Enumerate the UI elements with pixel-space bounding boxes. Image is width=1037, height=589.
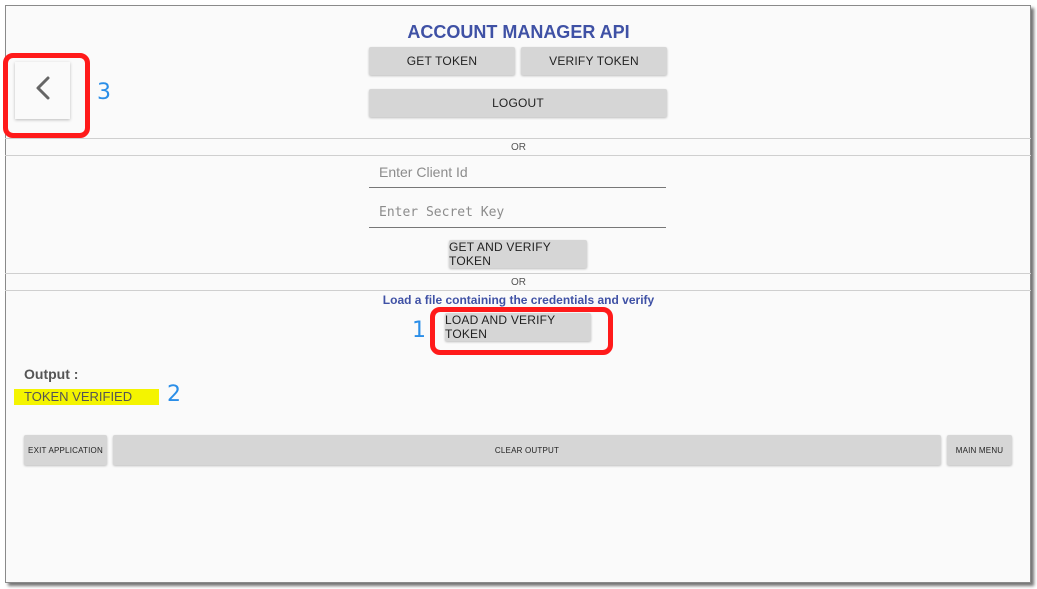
clear-output-button[interactable]: CLEAR OUTPUT [113,435,941,465]
divider [5,290,1031,291]
secret-key-field[interactable] [369,198,666,228]
divider [5,273,1031,274]
logout-button[interactable]: LOGOUT [369,89,667,117]
output-value: TOKEN VERIFIED [14,389,159,405]
main-menu-button[interactable]: MAIN MENU [947,435,1012,465]
secret-key-input[interactable] [369,198,666,226]
divider [5,138,1031,139]
or-separator: OR [511,277,526,288]
output-label: Output : [24,366,79,382]
annotation-box-3 [3,53,90,138]
client-id-input[interactable] [369,158,666,186]
exit-application-button[interactable]: EXIT APPLICATION [24,435,107,465]
or-separator: OR [511,142,526,153]
annotation-number-2: 2 [167,382,181,407]
verify-token-button[interactable]: VERIFY TOKEN [521,47,667,75]
client-id-field[interactable] [369,158,666,188]
get-token-button[interactable]: GET TOKEN [369,47,515,75]
annotation-number-3: 3 [97,80,111,105]
page-title: ACCOUNT MANAGER API [407,22,630,42]
file-load-hint: Load a file containing the credentials a… [382,293,655,307]
annotation-box-1 [430,307,613,355]
get-and-verify-token-button[interactable]: GET AND VERIFY TOKEN [449,240,587,268]
divider [5,155,1031,156]
annotation-number-1: 1 [412,318,426,343]
